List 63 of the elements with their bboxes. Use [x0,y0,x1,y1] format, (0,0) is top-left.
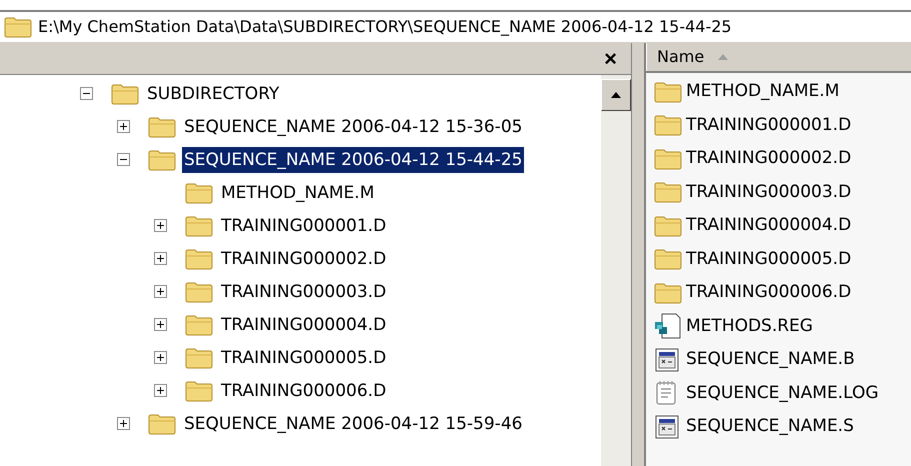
folder-icon [654,148,682,170]
scroll-up-button[interactable] [601,79,631,111]
folder-icon [111,82,139,104]
folder-icon [654,248,682,270]
file-name[interactable]: TRAINING000003.D [686,180,852,205]
close-button[interactable]: × [604,48,617,70]
tree-item[interactable]: SEQUENCE_NAME 2006-04-12 15-59-46 [182,410,524,436]
tree-item[interactable]: TRAINING000001.D [219,212,388,238]
folder-icon [185,346,213,368]
folder-icon [148,148,176,170]
file-name[interactable]: SEQUENCE_NAME.B [686,347,855,372]
file-name[interactable]: METHOD_NAME.M [686,79,840,104]
registry-file-icon [654,313,682,340]
folder-icon [654,80,682,103]
column-label: Name [657,46,704,68]
folder-icon [654,181,682,204]
file-name[interactable]: SEQUENCE_NAME.LOG [686,380,879,406]
expand-icon[interactable] [117,120,130,133]
file-name[interactable]: TRAINING000006.D [686,280,852,306]
tree-item[interactable]: SEQUENCE_NAME 2006-04-12 15-44-25 [182,146,524,172]
tree-item[interactable]: TRAINING000002.D [219,246,388,272]
folder-icon [148,412,176,434]
file-name[interactable]: TRAINING000001.D [686,112,852,138]
collapse-icon[interactable] [80,87,93,100]
tree-item[interactable]: SUBDIRECTORY [145,80,282,106]
application-file-icon [654,414,680,440]
folder-icon [185,280,213,302]
folder-icon [654,214,682,237]
folder-icon [185,248,213,270]
application-file-icon [654,346,680,373]
folder-icon [654,282,682,304]
tree-item[interactable]: TRAINING000006.D [219,378,388,404]
file-name[interactable]: TRAINING000004.D [686,213,852,238]
file-name[interactable]: SEQUENCE_NAME.S [686,414,854,440]
expand-icon[interactable] [154,219,167,232]
scrollbar[interactable] [601,75,631,466]
tree-item[interactable]: TRAINING000005.D [219,344,388,370]
file-name[interactable]: TRAINING000002.D [686,146,852,172]
folder-icon [185,380,213,402]
address-path: E:\My ChemStation Data\Data\SUBDIRECTORY\SEQUENCE_NAME 2006-04-12 15-44-25 [38,16,732,38]
file-name[interactable]: METHODS.REG [686,314,813,339]
expand-icon[interactable] [154,285,167,298]
collapse-icon[interactable] [117,153,130,166]
folder-icon [148,116,176,138]
tree-item[interactable]: TRAINING000004.D [219,312,388,338]
address-bar[interactable]: E:\My ChemStation Data\Data\SUBDIRECTORY\SEQUENCE_NAME 2006-04-12 15-44-25 [0,10,911,43]
file-name[interactable]: TRAINING000005.D [686,246,852,272]
folder-icon [185,214,213,236]
expand-icon[interactable] [154,384,167,397]
folder-icon [4,16,32,38]
expand-icon[interactable] [154,351,167,364]
tree-item[interactable]: METHOD_NAME.M [219,180,376,206]
folder-icon [654,114,682,136]
text-file-icon [654,380,678,406]
tree-item[interactable]: SEQUENCE_NAME 2006-04-12 15-36-05 [182,114,524,140]
tree-item[interactable]: TRAINING000003.D [219,278,388,304]
expand-icon[interactable] [154,252,167,265]
column-header[interactable]: Name [646,43,911,71]
folder-icon [185,182,213,204]
expand-icon[interactable] [117,417,130,430]
folder-icon [185,314,213,336]
expand-icon[interactable] [154,318,167,331]
up-arrow-icon [611,92,621,98]
